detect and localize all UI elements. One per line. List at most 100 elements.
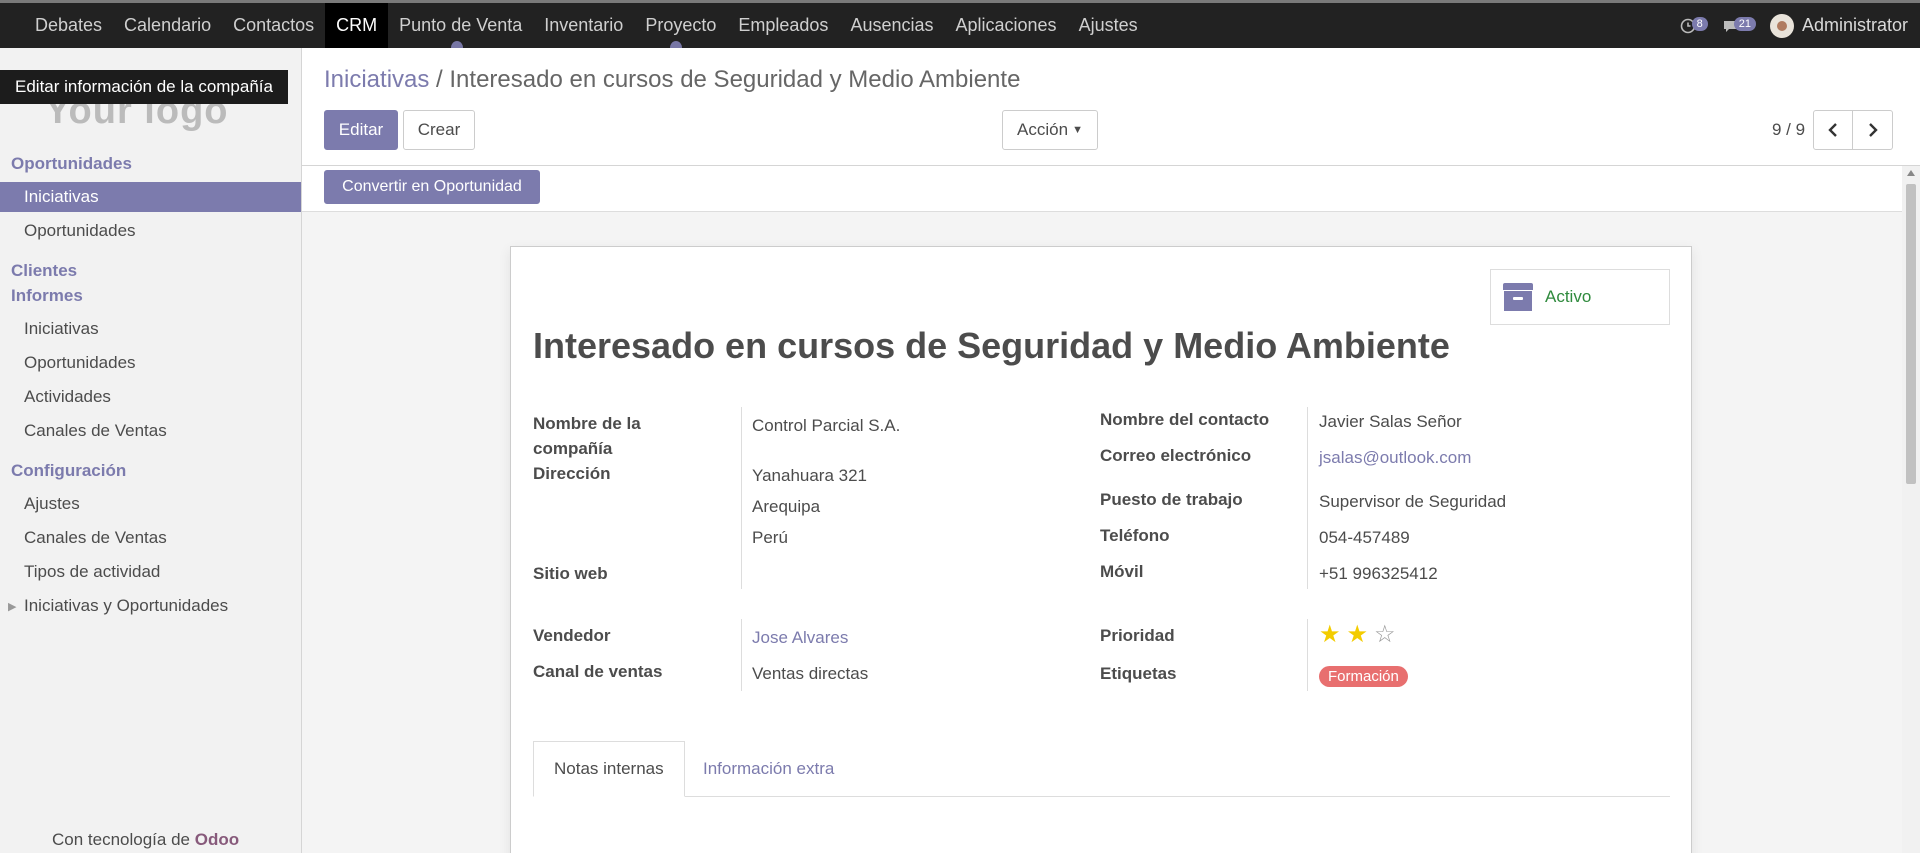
user-menu[interactable]: Administrator (1769, 13, 1908, 38)
sidebar-item-informes-canales[interactable]: Canales de Ventas (0, 416, 301, 446)
form-statusbar: Convertir en Oportunidad (302, 166, 1902, 212)
section-oportunidades[interactable]: Oportunidades (11, 154, 132, 174)
create-button[interactable]: Crear (403, 110, 475, 150)
caret-down-icon: ▼ (1072, 124, 1083, 136)
website-label: Sitio web (533, 564, 608, 583)
field-separator (741, 619, 742, 691)
scroll-up-arrow-icon[interactable] (1907, 170, 1915, 176)
record-title[interactable]: Interesado en cursos de Seguridad y Medi… (533, 325, 1450, 367)
field-separator (1307, 407, 1308, 589)
pager-value[interactable]: 9 / 9 (1772, 120, 1805, 140)
menu-ausencias[interactable]: Ausencias (839, 3, 944, 48)
mobile-label: Móvil (1100, 562, 1144, 581)
email-link[interactable]: jsalas@outlook.com (1319, 445, 1471, 470)
section-clientes[interactable]: Clientes (11, 261, 77, 281)
previous-record-button[interactable] (1813, 110, 1854, 150)
control-panel: Iniciativas / Interesado en cursos de Se… (302, 48, 1920, 166)
active-label: Activo (1545, 287, 1592, 306)
powered-by-text: Con tecnología de (52, 830, 190, 849)
convert-to-opportunity-button[interactable]: Convertir en Oportunidad (324, 170, 540, 204)
activity-menu[interactable]: 8 (1680, 16, 1708, 34)
sidebar-item-tipos-actividad[interactable]: Tipos de actividad (0, 557, 301, 587)
menu-proyecto[interactable]: Proyecto (634, 3, 727, 48)
sidebar-item-canales-ventas[interactable]: Canales de Ventas (0, 523, 301, 553)
phone-label: Teléfono (1100, 526, 1170, 545)
menu-empleados[interactable]: Empleados (727, 3, 839, 48)
chevron-left-icon (1828, 123, 1837, 137)
job-position-label: Puesto de trabajo (1100, 490, 1243, 509)
address-street: Yanahuara 321 (752, 466, 868, 485)
priority-widget: ★ ★ ☆ (1319, 623, 1396, 647)
sidebar-item-label: Iniciativas y Oportunidades (24, 596, 229, 615)
edit-button[interactable]: Editar (324, 110, 398, 150)
action-dropdown[interactable]: Acción ▼ (1002, 110, 1098, 150)
menu-debates[interactable]: Debates (24, 3, 113, 48)
sidebar-item-ajustes[interactable]: Ajustes (0, 489, 301, 519)
form-sheet: Activo Interesado en cursos de Seguridad… (510, 246, 1692, 853)
scrollbar[interactable] (1902, 166, 1920, 853)
activity-count-badge: 8 (1691, 16, 1708, 31)
company-name-label: Nombre de la compañía (533, 414, 641, 458)
scrollbar-thumb[interactable] (1906, 184, 1916, 484)
salesperson-label: Vendedor (533, 626, 611, 645)
contact-name-label: Nombre del contacto (1100, 410, 1270, 429)
top-navbar: Debates Calendario Contactos CRM Punto d… (0, 0, 1920, 48)
address-country: Perú (752, 528, 788, 547)
action-label: Acción (1017, 120, 1069, 139)
sales-channel-value: Ventas directas (752, 664, 869, 683)
breadcrumb-separator: / (436, 66, 443, 93)
menu-aplicaciones[interactable]: Aplicaciones (945, 3, 1068, 48)
tab-informacion-extra[interactable]: Información extra (683, 741, 854, 797)
tag-badge[interactable]: Formación (1319, 666, 1408, 687)
notebook-tabs: Notas internas Información extra (533, 741, 1670, 797)
caret-right-icon: ▶ (8, 600, 17, 613)
pager-buttons (1813, 110, 1894, 150)
app-menus: Debates Calendario Contactos CRM Punto d… (0, 3, 1149, 48)
tooltip: Editar información de la compañía (0, 70, 288, 104)
breadcrumb: Iniciativas / Interesado en cursos de Se… (324, 66, 1020, 94)
sales-channel-label: Canal de ventas (533, 662, 663, 681)
section-configuracion[interactable]: Configuración (11, 461, 126, 481)
priority-label: Prioridad (1100, 626, 1175, 645)
address-city: Arequipa (752, 497, 821, 516)
phone-value[interactable]: 054-457489 (1319, 525, 1410, 550)
menu-contactos[interactable]: Contactos (222, 3, 325, 48)
section-informes[interactable]: Informes (11, 286, 83, 306)
sidebar-item-iniciativas-oportunidades[interactable]: ▶ Iniciativas y Oportunidades (0, 591, 301, 621)
menu-inventario[interactable]: Inventario (533, 3, 634, 48)
tab-notas-internas[interactable]: Notas internas (533, 741, 685, 797)
tags-label: Etiquetas (1100, 664, 1177, 683)
priority-star-icon[interactable]: ☆ (1374, 623, 1396, 647)
menu-punto-de-venta[interactable]: Punto de Venta (388, 3, 533, 48)
sidebar-item-informes-actividades[interactable]: Actividades (0, 382, 301, 412)
field-separator (741, 407, 742, 589)
avatar (1769, 13, 1794, 38)
sidebar-item-oportunidades[interactable]: Oportunidades (0, 216, 301, 246)
powered-by: Con tecnología de Odoo (52, 830, 239, 850)
next-record-button[interactable] (1853, 110, 1894, 150)
pager: 9 / 9 (1772, 110, 1894, 150)
menu-calendario[interactable]: Calendario (113, 3, 222, 48)
archive-icon (1503, 283, 1533, 311)
sidebar: Editar información de la compañía Your l… (0, 48, 302, 853)
breadcrumb-current: Interesado en cursos de Seguridad y Medi… (449, 66, 1021, 93)
priority-star-icon[interactable]: ★ (1347, 623, 1369, 647)
contact-name-value: Javier Salas Señor (1319, 412, 1462, 431)
active-toggle-button[interactable]: Activo (1490, 269, 1670, 325)
field-separator (1307, 619, 1308, 691)
odoo-link[interactable]: Odoo (195, 830, 239, 849)
sidebar-item-informes-oportunidades[interactable]: Oportunidades (0, 348, 301, 378)
company-name-value: Control Parcial S.A. (752, 416, 901, 435)
menu-ajustes[interactable]: Ajustes (1068, 3, 1149, 48)
breadcrumb-parent[interactable]: Iniciativas (324, 66, 429, 93)
sidebar-item-informes-iniciativas[interactable]: Iniciativas (0, 314, 301, 344)
chevron-right-icon (1868, 123, 1878, 137)
salesperson-link[interactable]: Jose Alvares (752, 625, 848, 650)
email-label: Correo electrónico (1100, 446, 1252, 465)
sidebar-item-iniciativas[interactable]: Iniciativas (0, 182, 301, 212)
messaging-menu[interactable]: 21 (1722, 16, 1756, 34)
priority-star-icon[interactable]: ★ (1319, 623, 1341, 647)
mobile-value[interactable]: +51 996325412 (1319, 561, 1438, 586)
menu-crm[interactable]: CRM (325, 3, 389, 48)
user-name: Administrator (1801, 15, 1908, 35)
